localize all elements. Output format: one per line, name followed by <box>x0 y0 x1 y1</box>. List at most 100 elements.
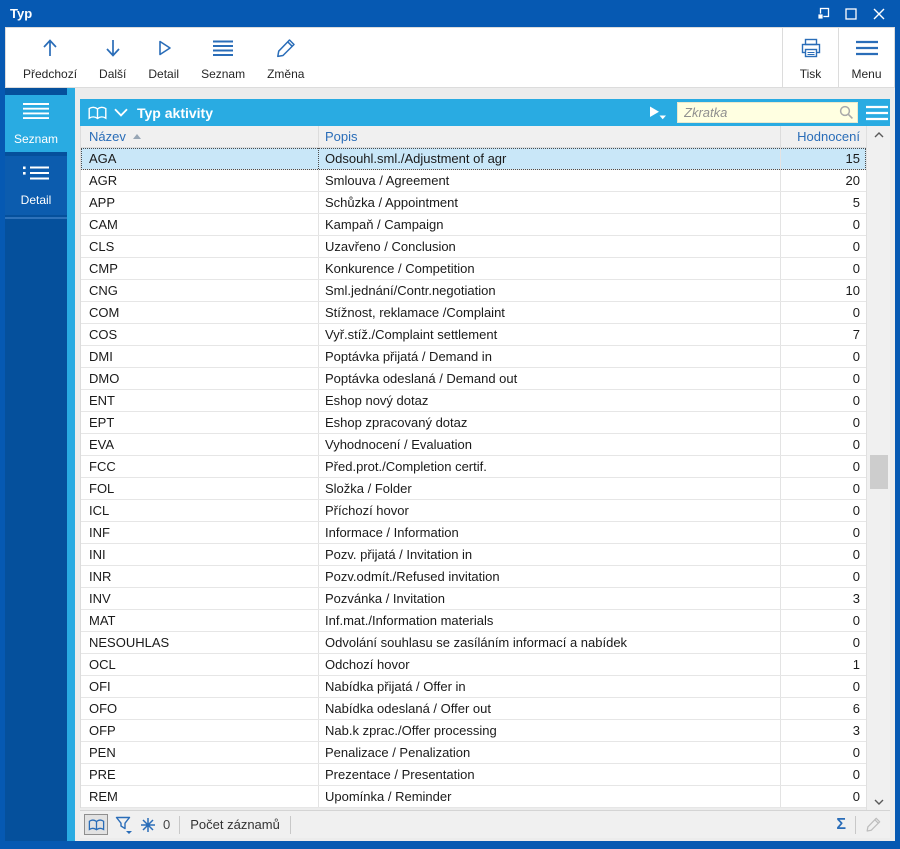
cell-popis: Složka / Folder <box>319 478 781 499</box>
sum-button[interactable]: Σ <box>827 816 855 834</box>
table-row[interactable]: OFP Nab.k zprac./Offer processing 3 <box>81 720 866 742</box>
column-header-hodnoceni[interactable]: Hodnocení <box>781 126 866 147</box>
menu-button[interactable]: Menu <box>838 28 894 87</box>
table-row[interactable]: INI Pozv. přijatá / Invitation in 0 <box>81 544 866 566</box>
table-row[interactable]: OFI Nabídka přijatá / Offer in 0 <box>81 676 866 698</box>
cell-hodnoceni: 0 <box>852 569 860 584</box>
table-row[interactable]: DMO Poptávka odeslaná / Demand out 0 <box>81 368 866 390</box>
book-view-toggle-button[interactable] <box>84 814 108 835</box>
next-button[interactable]: Další <box>88 28 137 87</box>
table-row[interactable]: ENT Eshop nový dotaz 0 <box>81 390 866 412</box>
cell-hodnoceni: 3 <box>852 591 860 606</box>
table-row[interactable]: COS Vyř.stíž./Complaint settlement 7 <box>81 324 866 346</box>
cell-nazev: AGR <box>81 170 319 191</box>
toolbar: Předchozí Další Detail Seznam Změna Tisk… <box>5 27 895 88</box>
table-row[interactable]: APP Schůzka / Appointment 5 <box>81 192 866 214</box>
table-row[interactable]: ICL Příchozí hovor 0 <box>81 500 866 522</box>
cell-hodnoceni: 0 <box>852 547 860 562</box>
cell-nazev: CMP <box>81 258 319 279</box>
table-row[interactable]: CMP Konkurence / Competition 0 <box>81 258 866 280</box>
table-row[interactable]: FCC Před.prot./Completion certif. 0 <box>81 456 866 478</box>
chevron-down-icon[interactable] <box>114 108 128 117</box>
panel-header: Typ aktivity <box>80 99 890 126</box>
table-row[interactable]: CLS Uzavřeno / Conclusion 0 <box>81 236 866 258</box>
seznam-button[interactable]: Seznam <box>190 28 256 87</box>
arrow-down-icon <box>102 36 124 60</box>
table-row[interactable]: INF Informace / Information 0 <box>81 522 866 544</box>
table-row[interactable]: NESOUHLAS Odvolání souhlasu se zasíláním … <box>81 632 866 654</box>
table-row[interactable]: AGA Odsouhl.sml./Adjustment of agr 15 <box>81 148 866 170</box>
panel-title: Typ aktivity <box>137 104 213 121</box>
cell-hodnoceni: 0 <box>852 459 860 474</box>
cell-nazev: NESOUHLAS <box>81 632 319 653</box>
magnifier-icon <box>839 105 854 125</box>
table-body: AGA Odsouhl.sml./Adjustment of agr 15 AGR Sm… <box>81 148 866 808</box>
zmena-button[interactable]: Změna <box>256 28 315 87</box>
cell-nazev: OFI <box>81 676 319 697</box>
cell-popis: Sml.jednání/Contr.negotiation <box>319 280 781 301</box>
table-row[interactable]: MAT Inf.mat./Information materials 0 <box>81 610 866 632</box>
column-header-nazev[interactable]: Název <box>81 126 319 147</box>
column-header-row: Název Popis Hodnocení <box>81 126 866 148</box>
cell-hodnoceni: 0 <box>852 745 860 760</box>
previous-button[interactable]: Předchozí <box>12 28 88 87</box>
table-row[interactable]: EPT Eshop zpracovaný dotaz 0 <box>81 412 866 434</box>
cell-nazev: FCC <box>81 456 319 477</box>
table-row[interactable]: PEN Penalizace / Penalization 0 <box>81 742 866 764</box>
table-row[interactable]: EVA Vyhodnocení / Evaluation 0 <box>81 434 866 456</box>
table-row[interactable]: CNG Sml.jednání/Contr.negotiation 10 <box>81 280 866 302</box>
cell-popis: Nabídka odeslaná / Offer out <box>319 698 781 719</box>
cell-nazev: ICL <box>81 500 319 521</box>
open-book-icon[interactable] <box>88 106 107 120</box>
maximize-button[interactable] <box>840 3 862 25</box>
column-header-popis[interactable]: Popis <box>319 126 781 147</box>
cell-popis: Stížnost, reklamace /Complaint <box>319 302 781 323</box>
table-row[interactable]: COM Stížnost, reklamace /Complaint 0 <box>81 302 866 324</box>
cell-hodnoceni: 0 <box>852 767 860 782</box>
play-button[interactable] <box>649 106 667 120</box>
search-input[interactable] <box>677 102 858 123</box>
cell-nazev: PEN <box>81 742 319 763</box>
zmena-label: Změna <box>267 67 305 81</box>
snowflake-icon[interactable] <box>140 817 156 833</box>
sort-ascending-icon <box>132 134 141 139</box>
scrollbar-thumb[interactable] <box>870 455 888 489</box>
table-row[interactable]: REM Upomínka / Reminder 0 <box>81 786 866 808</box>
detail-button[interactable]: Detail <box>137 28 190 87</box>
cell-hodnoceni: 0 <box>852 679 860 694</box>
cell-hodnoceni: 0 <box>852 789 860 804</box>
table-row[interactable]: OCL Odchozí hovor 1 <box>81 654 866 676</box>
scroll-down-button[interactable] <box>867 793 891 810</box>
dock-window-button[interactable] <box>812 3 834 25</box>
table-row[interactable]: INV Pozvánka / Invitation 3 <box>81 588 866 610</box>
filter-button[interactable] <box>115 816 133 834</box>
cell-nazev: CNG <box>81 280 319 301</box>
table-row[interactable]: DMI Poptávka přijatá / Demand in 0 <box>81 346 866 368</box>
cell-popis: Pozvánka / Invitation <box>319 588 781 609</box>
close-button[interactable] <box>868 3 890 25</box>
table-row[interactable]: FOL Složka / Folder 0 <box>81 478 866 500</box>
table-row[interactable]: INR Pozv.odmít./Refused invitation 0 <box>81 566 866 588</box>
cell-nazev: EVA <box>81 434 319 455</box>
print-button[interactable]: Tisk <box>782 28 838 87</box>
detail-list-icon <box>22 165 50 184</box>
table-row[interactable]: PRE Prezentace / Presentation 0 <box>81 764 866 786</box>
vertical-scrollbar[interactable] <box>866 126 890 810</box>
cell-hodnoceni: 0 <box>852 613 860 628</box>
arrow-up-icon <box>39 36 61 60</box>
scroll-up-button[interactable] <box>867 126 891 143</box>
triangle-right-icon <box>153 36 175 60</box>
cell-popis: Eshop nový dotaz <box>319 390 781 411</box>
sidebar-tab-seznam[interactable]: Seznam <box>5 95 67 152</box>
edit-button-disabled[interactable] <box>856 816 890 833</box>
cell-hodnoceni: 0 <box>852 481 860 496</box>
data-grid: Název Popis Hodnocení AGA Odsouhl.sml./Ad… <box>80 126 866 808</box>
sidebar-tab-detail[interactable]: Detail <box>5 156 67 215</box>
panel-hamburger-button[interactable] <box>863 99 890 126</box>
table-row[interactable]: AGR Smlouva / Agreement 20 <box>81 170 866 192</box>
record-count-button[interactable]: Počet záznamů <box>190 817 280 832</box>
table-row[interactable]: OFO Nabídka odeslaná / Offer out 6 <box>81 698 866 720</box>
window-body: Seznam Detail Typ aktivity Zkratka Název… <box>5 88 895 841</box>
table-row[interactable]: CAM Kampaň / Campaign 0 <box>81 214 866 236</box>
cell-nazev: INF <box>81 522 319 543</box>
